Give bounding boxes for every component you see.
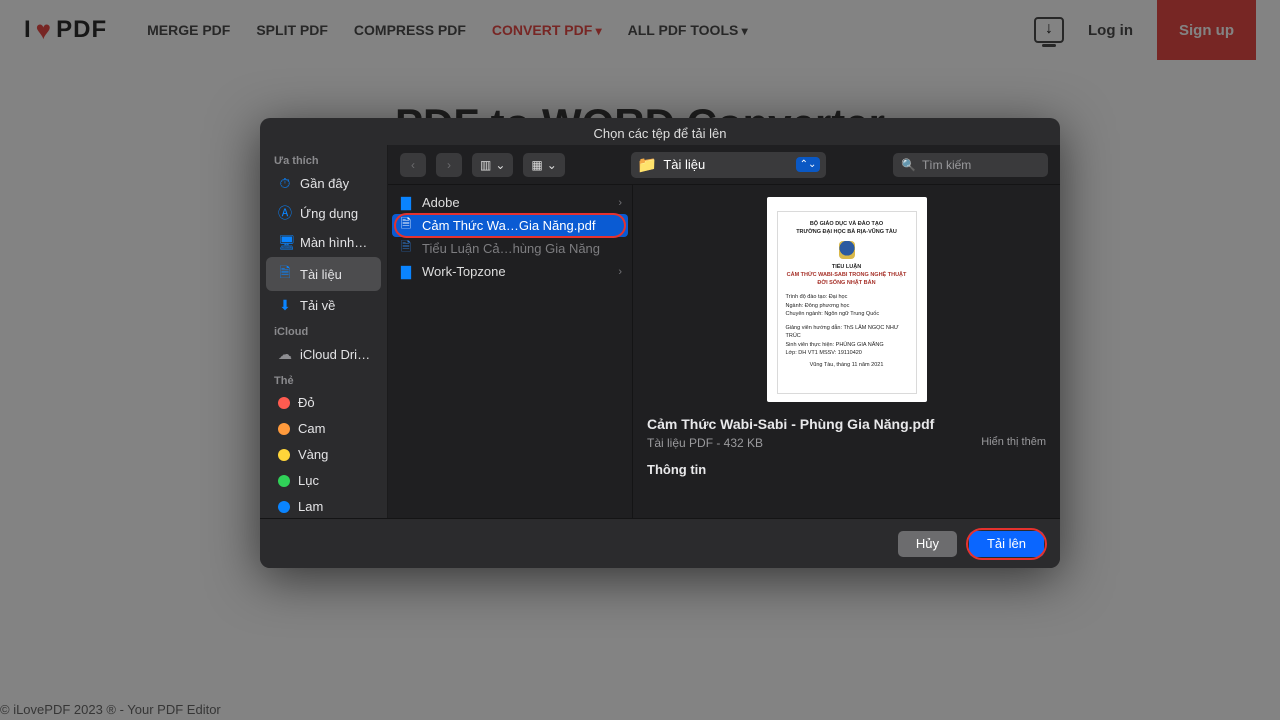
tag-green[interactable]: Lục [266,468,381,493]
tag-dot-blue [278,501,290,513]
sidebar-item-documents[interactable]: 🗎Tài liệu [266,257,381,291]
tag-dot-yellow [278,449,290,461]
seal-icon [839,241,855,259]
sidebar-item-recent[interactable]: ⏱Gần đây [266,170,381,197]
search-box[interactable]: 🔍 [893,153,1048,177]
upload-button[interactable]: Tải lên [969,531,1044,557]
chevron-right-icon: › [618,266,622,278]
preview-pane: BỘ GIÁO DỤC VÀ ĐÀO TẠO TRƯỜNG ĐẠI HỌC BÀ… [633,185,1060,518]
file-row-selected-pdf[interactable]: 🗎 Cảm Thức Wa…Gia Năng.pdf [392,214,628,237]
path-selector[interactable]: 📁 Tài liệu ⌃⌄ [631,152,826,178]
sidebar-item-icloud-drive[interactable]: ☁iCloud Dri… [266,341,381,368]
section-favorites: Ưa thích [260,149,387,169]
section-tags: Thẻ [260,369,387,389]
tag-blue[interactable]: Lam [266,494,381,518]
dialog-sidebar: Ưa thích ⏱Gần đây ⒶỨng dụng 🖥Màn hình… 🗎… [260,145,388,518]
tag-orange[interactable]: Cam [266,416,381,441]
pdf-icon: 🗎 [398,219,414,233]
section-icloud: iCloud [260,320,387,340]
nav-back-button[interactable]: ‹ [400,153,426,177]
preview-filename: Cảm Thức Wabi-Sabi - Phùng Gia Năng.pdf [647,416,1046,432]
file-column: ▇ Adobe › 🗎 Cảm Thức Wa…Gia Năng.pdf 🗎 T… [388,185,633,518]
tag-red[interactable]: Đỏ [266,390,381,415]
cloud-icon: ☁ [278,346,292,363]
tag-yellow[interactable]: Vàng [266,442,381,467]
grid-icon: ▦ [531,158,542,172]
file-row-adobe[interactable]: ▇ Adobe › [388,191,632,214]
desktop-icon: 🖥 [278,234,292,251]
folder-icon: ▇ [398,196,414,210]
tag-dot-orange [278,423,290,435]
download-icon: ⬇ [278,297,292,314]
cancel-button[interactable]: Hủy [898,531,957,557]
document-icon: 🗎 [278,262,292,286]
file-row-tieuluan[interactable]: 🗎 Tiểu Luận Cả…hùng Gia Năng [388,237,632,260]
preview-thumbnail: BỘ GIÁO DỤC VÀ ĐÀO TẠO TRƯỜNG ĐẠI HỌC BÀ… [767,197,927,402]
search-icon: 🔍 [901,158,916,172]
dialog-footer: Hủy Tải lên [260,518,1060,568]
updown-icon: ⌃⌄ [796,157,821,172]
sidebar-item-downloads[interactable]: ⬇Tải về [266,292,381,319]
view-grid-button[interactable]: ▦⌄ [523,153,564,177]
search-input[interactable] [922,158,1040,172]
app-icon: Ⓐ [278,203,292,223]
clock-icon: ⏱ [278,175,292,192]
folder-icon: ▇ [398,265,414,279]
file-open-dialog: Chọn các tệp để tải lên Ưa thích ⏱Gần đâ… [260,118,1060,568]
dialog-toolbar: ‹ › ▥⌄ ▦⌄ 📁 Tài liệu ⌃⌄ 🔍 [388,145,1060,185]
sidebar-item-desktop[interactable]: 🖥Màn hình… [266,229,381,256]
chevron-down-icon: ⌄ [547,158,557,172]
word-icon: 🗎 [398,242,414,256]
file-row-worktop[interactable]: ▇ Work-Topzone › [388,260,632,283]
sidebar-item-applications[interactable]: ⒶỨng dụng [266,198,381,228]
dialog-title: Chọn các tệp để tải lên [260,118,1060,145]
path-label: Tài liệu [663,157,789,172]
nav-forward-button[interactable]: › [436,153,462,177]
columns-icon: ▥ [480,158,491,172]
chevron-right-icon: › [618,197,622,209]
chevron-down-icon: ⌄ [495,158,505,172]
tag-dot-red [278,397,290,409]
folder-icon: 📁 [637,155,657,175]
tag-dot-green [278,475,290,487]
preview-info-label: Thông tin [647,462,1046,477]
view-columns-button[interactable]: ▥⌄ [472,153,513,177]
